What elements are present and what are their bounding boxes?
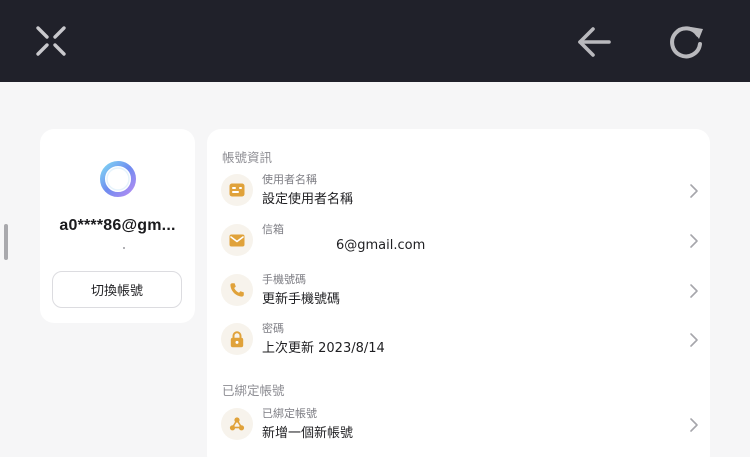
row-email[interactable]: 信箱 6@gmail.com (221, 219, 699, 263)
profile-card: a0****86@gm... 切換帳號 (40, 129, 195, 323)
row-phone[interactable]: 手機號碼 更新手機號碼 (221, 269, 699, 313)
phone-icon (230, 283, 244, 297)
row-value: 6@gmail.com (336, 238, 426, 253)
row-linked-account[interactable]: 已綁定帳號 新增一個新帳號 (221, 403, 699, 447)
link-nodes-icon (229, 417, 245, 431)
arrow-left-icon (578, 27, 611, 57)
account-email: a0****86@gm... (59, 217, 176, 234)
row-label: 密碼 (262, 322, 284, 335)
section-title-account-info: 帳號資訊 (222, 150, 273, 165)
mail-icon (229, 234, 245, 246)
section-title-linked-accounts: 已綁定帳號 (222, 383, 285, 398)
chevron-right-icon (690, 184, 698, 198)
row-label: 信箱 (262, 223, 284, 236)
scrollbar-thumb[interactable] (4, 224, 8, 260)
chevron-right-icon (690, 234, 698, 248)
row-value: 設定使用者名稱 (262, 192, 354, 207)
id-card-icon (229, 183, 245, 197)
lock-icon (230, 330, 244, 347)
back-button[interactable] (572, 22, 616, 62)
switch-account-button[interactable]: 切換帳號 (52, 271, 182, 308)
row-value: 更新手機號碼 (262, 292, 341, 307)
row-value: 上次更新 2023/8/14 (262, 341, 385, 356)
chevron-right-icon (690, 333, 698, 347)
close-button[interactable] (30, 22, 72, 60)
row-label: 使用者名稱 (262, 173, 317, 186)
row-value: 新增一個新帳號 (262, 426, 354, 441)
account-settings-card: 帳號資訊 使用者名稱 設定使用者名稱 信箱 6@gmail.com 手機號碼 更… (207, 129, 710, 457)
refresh-button[interactable] (664, 21, 708, 63)
row-label: 已綁定帳號 (262, 407, 317, 420)
row-label: 手機號碼 (262, 273, 306, 286)
chevron-right-icon (690, 284, 698, 298)
row-password[interactable]: 密碼 上次更新 2023/8/14 (221, 318, 699, 362)
close-x-icon (36, 26, 66, 56)
top-bar (0, 0, 750, 82)
refresh-icon (670, 26, 703, 59)
row-username[interactable]: 使用者名稱 設定使用者名稱 (221, 169, 699, 213)
avatar-ring-icon (100, 161, 136, 197)
status-dot (123, 247, 125, 249)
chevron-right-icon (690, 418, 698, 432)
